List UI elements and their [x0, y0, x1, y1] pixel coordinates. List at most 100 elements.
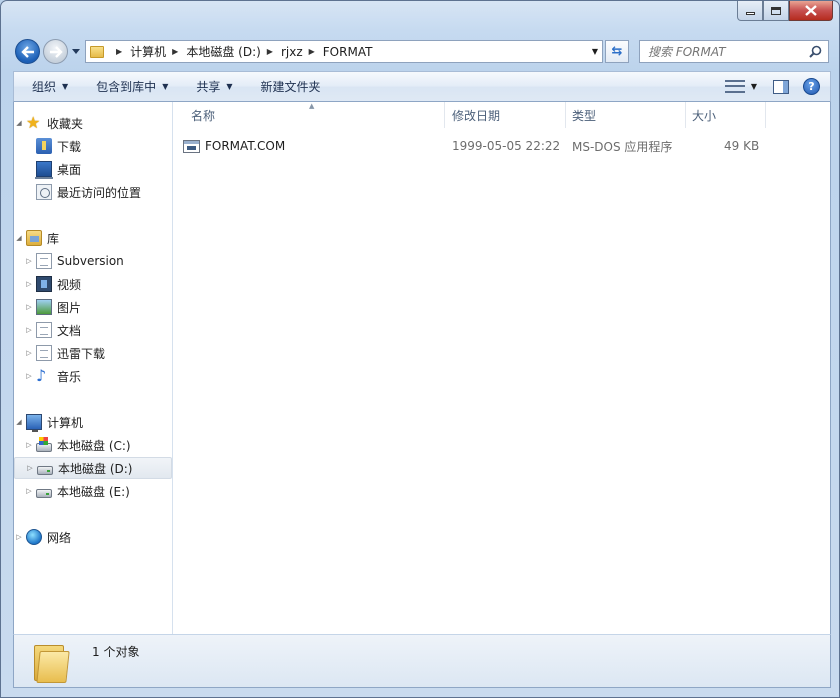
- collapse-arrow-icon[interactable]: ▷: [24, 349, 34, 357]
- chevron-down-icon: [72, 48, 80, 54]
- documents-library-icon: [36, 322, 52, 338]
- search-box[interactable]: [639, 40, 829, 63]
- share-menu[interactable]: 共享 ▼: [178, 72, 242, 101]
- chevron-down-icon: ▼: [162, 82, 169, 91]
- collapse-arrow-icon[interactable]: ▷: [24, 372, 34, 380]
- crumb-separator-icon[interactable]: ▶: [172, 47, 178, 56]
- breadcrumb-drive-d[interactable]: 本地磁盘 (D:): [186, 43, 260, 60]
- desktop-icon: [35, 161, 53, 179]
- close-button[interactable]: [789, 1, 833, 21]
- column-header-modified[interactable]: 修改日期: [446, 102, 566, 128]
- search-input[interactable]: [648, 44, 798, 59]
- expand-arrow-icon[interactable]: ◢: [14, 119, 24, 127]
- tree-item-xunlei-downloads[interactable]: ▷ 迅雷下载: [14, 342, 172, 364]
- dos-application-icon: [183, 139, 200, 153]
- computer-icon: [26, 414, 42, 432]
- file-row[interactable]: FORMAT.COM: [183, 135, 285, 157]
- file-modified: 1999-05-05 22:22: [452, 139, 561, 153]
- tree-item-label: 下载: [57, 139, 82, 154]
- organize-label: 组织: [32, 80, 57, 94]
- recent-pages-button[interactable]: [71, 46, 81, 56]
- collapse-arrow-icon[interactable]: ▷: [24, 441, 34, 449]
- folder-icon: [34, 641, 70, 683]
- tree-libraries[interactable]: ◢ 库: [14, 227, 172, 249]
- column-header-type[interactable]: 类型: [566, 102, 686, 128]
- crumb-separator-icon[interactable]: ▶: [116, 47, 122, 56]
- downloads-folder-icon: [36, 138, 52, 154]
- tree-item-label: 音乐: [57, 369, 82, 384]
- column-header-name[interactable]: 名称: [185, 102, 445, 128]
- library-icon: [26, 230, 42, 246]
- new-folder-button[interactable]: 新建文件夹: [243, 72, 331, 101]
- pictures-library-icon: [36, 299, 52, 315]
- tree-item-label: 文档: [57, 323, 82, 338]
- breadcrumb-format[interactable]: FORMAT: [323, 45, 373, 59]
- tree-item-videos[interactable]: ▷ 视频: [14, 273, 172, 295]
- tree-item-subversion[interactable]: ▷ Subversion: [14, 250, 172, 272]
- collapse-arrow-icon[interactable]: ▷: [24, 326, 34, 334]
- collapse-arrow-icon[interactable]: ▷: [14, 533, 24, 541]
- folder-icon: [90, 45, 104, 58]
- xunlei-library-icon: [36, 345, 52, 361]
- tree-item-desktop[interactable]: 桌面: [14, 158, 172, 180]
- tree-favorites-label: 收藏夹: [47, 116, 84, 131]
- minimize-button[interactable]: [737, 1, 763, 21]
- tree-favorites[interactable]: ◢ ★ 收藏夹: [14, 112, 172, 134]
- tree-computer[interactable]: ◢ 计算机: [14, 411, 172, 433]
- view-options-dropdown-icon[interactable]: ▼: [751, 82, 757, 91]
- tree-libraries-label: 库: [47, 231, 60, 246]
- tree-item-label: 最近访问的位置: [57, 185, 142, 200]
- arrow-right-icon: [49, 45, 63, 58]
- chevron-down-icon: ▼: [226, 82, 233, 91]
- column-header-size[interactable]: 大小: [686, 102, 766, 128]
- share-label: 共享: [196, 80, 221, 94]
- navigation-pane: ◢ ★ 收藏夹 下载 桌面 最近访问的位置 ◢ 库 ▷ Subversion ▷: [13, 102, 173, 634]
- tree-item-label: 桌面: [57, 162, 82, 177]
- tree-item-drive-e[interactable]: ▷ 本地磁盘 (E:): [14, 480, 172, 502]
- crumb-separator-icon[interactable]: ▶: [267, 47, 273, 56]
- address-dropdown-icon[interactable]: ▼: [592, 47, 598, 56]
- tree-item-drive-d[interactable]: ▷ 本地磁盘 (D:): [14, 457, 172, 479]
- tree-item-label: 图片: [57, 300, 82, 315]
- tree-network[interactable]: ▷ 网络: [14, 526, 172, 548]
- collapse-arrow-icon[interactable]: ▷: [25, 464, 35, 472]
- collapse-arrow-icon[interactable]: ▷: [24, 487, 34, 495]
- refresh-button[interactable]: ⇆: [605, 40, 629, 63]
- tree-item-music[interactable]: ▷ ♪ 音乐: [14, 365, 172, 387]
- help-icon[interactable]: ?: [803, 78, 820, 95]
- tree-item-label: 视频: [57, 277, 82, 292]
- file-type: MS-DOS 应用程序: [572, 139, 673, 154]
- collapse-arrow-icon[interactable]: ▷: [24, 280, 34, 288]
- back-button[interactable]: [15, 39, 40, 64]
- file-name: FORMAT.COM: [205, 139, 286, 153]
- network-globe-icon: [26, 529, 42, 545]
- collapse-arrow-icon[interactable]: ▷: [24, 257, 34, 265]
- breadcrumb-rjxz[interactable]: rjxz: [281, 45, 303, 59]
- tree-item-documents[interactable]: ▷ 文档: [14, 319, 172, 341]
- crumb-separator-icon[interactable]: ▶: [309, 47, 315, 56]
- search-icon[interactable]: [809, 45, 822, 58]
- tree-item-downloads[interactable]: 下载: [14, 135, 172, 157]
- breadcrumb-computer[interactable]: 计算机: [130, 43, 166, 60]
- system-drive-icon: [36, 437, 52, 452]
- tree-item-recent-places[interactable]: 最近访问的位置: [14, 181, 172, 203]
- include-in-library-menu[interactable]: 包含到库中 ▼: [78, 72, 178, 101]
- tree-item-drive-c[interactable]: ▷ 本地磁盘 (C:): [14, 434, 172, 456]
- expand-arrow-icon[interactable]: ◢: [14, 418, 24, 426]
- close-icon: [805, 5, 817, 16]
- forward-button[interactable]: [43, 39, 68, 64]
- command-bar: 组织 ▼ 包含到库中 ▼ 共享 ▼ 新建文件夹 ▼ ?: [13, 71, 831, 102]
- expand-arrow-icon[interactable]: ◢: [14, 234, 24, 242]
- toolbar-right: ▼ ?: [724, 72, 830, 101]
- address-bar[interactable]: ▶ 计算机 ▶ 本地磁盘 (D:) ▶ rjxz ▶ FORMAT ▼: [85, 40, 603, 63]
- maximize-button[interactable]: [763, 1, 789, 21]
- tree-item-pictures[interactable]: ▷ 图片: [14, 296, 172, 318]
- details-pane: 1 个对象: [13, 634, 831, 688]
- tree-computer-label: 计算机: [47, 415, 84, 430]
- preview-pane-icon[interactable]: [773, 79, 789, 94]
- collapse-arrow-icon[interactable]: ▷: [24, 303, 34, 311]
- view-options-icon[interactable]: [724, 79, 745, 95]
- subversion-library-icon: [36, 253, 52, 269]
- refresh-icon: ⇆: [611, 44, 623, 59]
- organize-menu[interactable]: 组织 ▼: [14, 72, 78, 101]
